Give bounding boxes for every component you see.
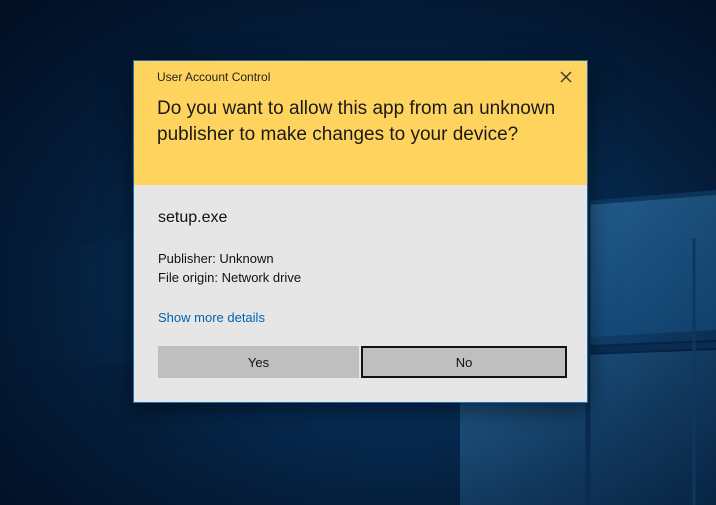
close-button[interactable] <box>553 67 579 87</box>
no-button[interactable]: No <box>361 346 567 378</box>
show-more-details-link[interactable]: Show more details <box>158 310 265 325</box>
dialog-question: Do you want to allow this app from an un… <box>157 98 556 145</box>
dialog-title: User Account Control <box>157 70 271 84</box>
file-origin-info: File origin: Network drive <box>158 270 302 285</box>
close-icon <box>560 71 572 83</box>
dialog-header: User Account Control Do you want to allo… <box>134 61 587 185</box>
app-name: setup.exe <box>158 209 228 226</box>
yes-button[interactable]: Yes <box>158 346 359 378</box>
publisher-info: Publisher: Unknown <box>158 251 274 266</box>
uac-dialog: User Account Control Do you want to allo… <box>133 60 588 403</box>
